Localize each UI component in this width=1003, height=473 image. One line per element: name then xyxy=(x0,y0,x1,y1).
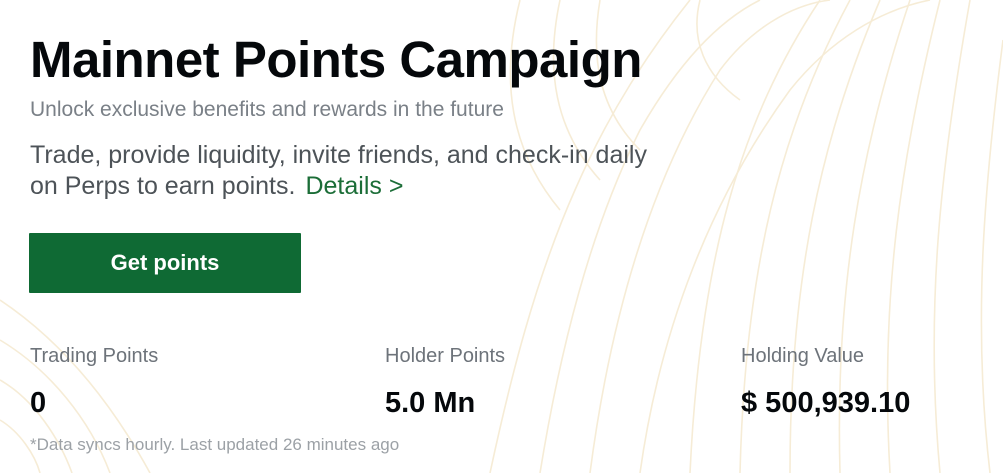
description-line-2: on Perps to earn points. Details > xyxy=(30,171,750,202)
stat-holder-points: Holder Points 5.0 Mn xyxy=(385,343,505,420)
stat-label: Holding Value xyxy=(741,345,865,367)
stat-label: Holder Points xyxy=(385,345,506,367)
stat-value: 5.0 Mn xyxy=(385,387,476,419)
page-subtitle: Unlock exclusive benefits and rewards in… xyxy=(30,98,504,121)
description-line-2-text: on Perps to earn points. xyxy=(30,172,296,200)
campaign-description: Trade, provide liquidity, invite friends… xyxy=(30,140,750,202)
get-points-button[interactable]: Get points xyxy=(29,233,301,293)
stat-value: $ 500,939.10 xyxy=(741,387,911,419)
details-link[interactable]: Details > xyxy=(305,172,403,200)
description-line-1: Trade, provide liquidity, invite friends… xyxy=(30,141,647,169)
stat-value: 0 xyxy=(30,387,47,419)
stat-label: Trading Points xyxy=(30,345,159,367)
data-sync-footnote: *Data syncs hourly. Last updated 26 minu… xyxy=(30,435,400,454)
campaign-panel: Mainnet Points Campaign Unlock exclusive… xyxy=(0,0,1003,473)
page-title: Mainnet Points Campaign xyxy=(30,31,642,88)
stat-trading-points: Trading Points 0 xyxy=(30,343,158,420)
stat-holding-value: Holding Value $ 500,939.10 xyxy=(741,343,910,420)
